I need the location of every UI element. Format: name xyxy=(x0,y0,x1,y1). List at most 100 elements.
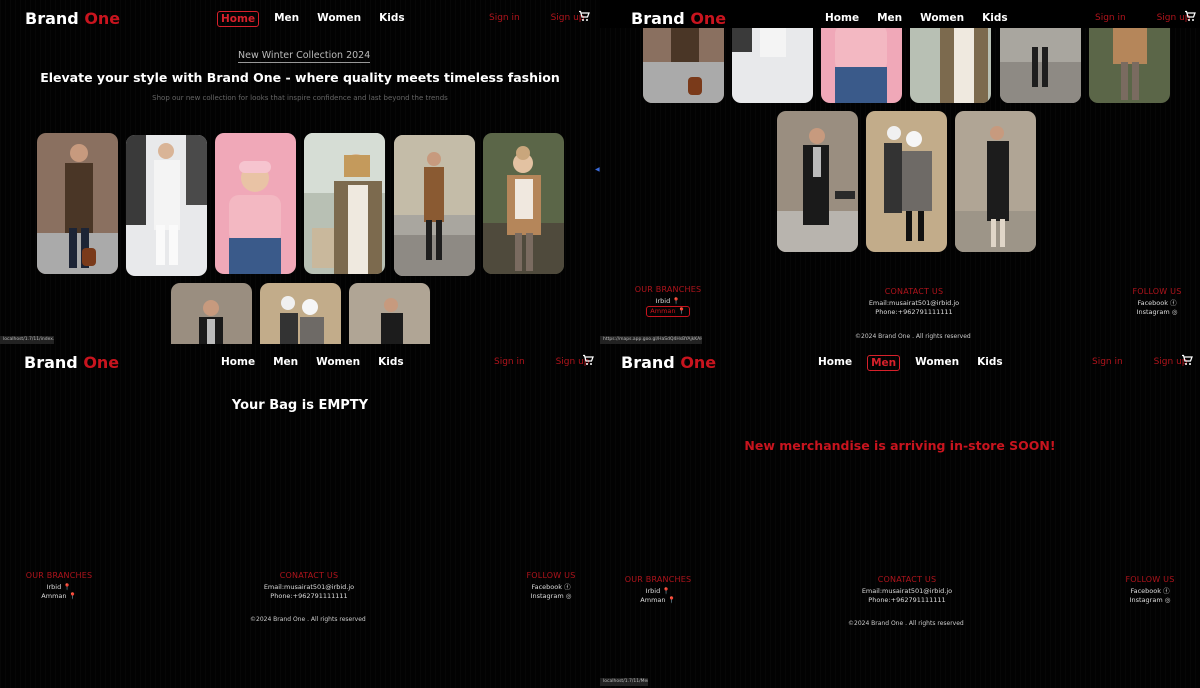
status-bar-url: localhost/1.7/11/Men.html xyxy=(600,678,648,686)
brand-logo[interactable]: Brand One xyxy=(25,9,120,28)
product-card[interactable] xyxy=(777,111,858,252)
cart-icon[interactable] xyxy=(582,354,594,366)
follow-title: FOLLOW US xyxy=(1125,575,1175,584)
copyright: ©2024 Brand One . All rights reserved xyxy=(250,616,366,623)
product-image xyxy=(126,135,207,276)
nav-kids[interactable]: Kids xyxy=(375,355,407,369)
product-image xyxy=(866,111,947,252)
contact-phone: Phone:+962791111111 xyxy=(875,308,953,316)
nav-women[interactable]: Women xyxy=(314,11,364,27)
facebook-link[interactable]: Facebook ⓕ xyxy=(518,583,584,592)
nav-men[interactable]: Men xyxy=(271,11,302,27)
nav-men[interactable]: Men xyxy=(874,11,905,25)
facebook-icon: ⓕ xyxy=(564,583,571,591)
brand-name: Brand xyxy=(24,353,78,372)
collection-badge[interactable]: New Winter Collection 2024 xyxy=(238,50,371,63)
auth-links: Sign in Sign up xyxy=(1092,357,1188,367)
branches-title: OUR BRANCHES xyxy=(25,571,93,580)
men-panel: Brand One Home Men Women Kids Sign in Si… xyxy=(600,344,1200,688)
cart-icon[interactable] xyxy=(1184,10,1196,22)
home-panel: Brand One Home Men Women Kids Sign in Si… xyxy=(0,0,600,344)
product-card[interactable] xyxy=(37,133,118,274)
nav-home[interactable]: Home xyxy=(217,11,260,27)
branch-amman[interactable]: Amman 📍 xyxy=(623,596,693,605)
nav-home[interactable]: Home xyxy=(822,11,862,25)
signin-link[interactable]: Sign in xyxy=(489,13,520,23)
status-bar-url: localhost/1.7/11/index.html xyxy=(0,336,54,344)
instagram-icon: ◎ xyxy=(565,592,572,600)
location-pin-icon: 📍 xyxy=(667,596,676,604)
nav-women[interactable]: Women xyxy=(313,355,363,369)
contact-title: CONATACT US xyxy=(877,575,937,584)
brand-accent: One xyxy=(680,353,717,372)
facebook-icon: ⓕ xyxy=(1163,587,1170,595)
contact-phone: Phone:+962791111111 xyxy=(868,596,946,604)
copyright: ©2024 Brand One . All rights reserved xyxy=(848,620,964,627)
nav-kids[interactable]: Kids xyxy=(974,355,1006,371)
facebook-icon: ⓕ xyxy=(1170,299,1177,307)
instagram-link[interactable]: Instagram ◎ xyxy=(1124,308,1190,317)
nav-kids[interactable]: Kids xyxy=(376,11,408,27)
empty-bag-message: Your Bag is EMPTY xyxy=(231,398,369,413)
product-card[interactable] xyxy=(126,135,207,276)
signin-link[interactable]: Sign in xyxy=(1095,13,1126,23)
product-card[interactable] xyxy=(955,111,1036,252)
branch-irbid[interactable]: Irbid 📍 xyxy=(623,587,693,596)
branches-title: OUR BRANCHES xyxy=(634,285,702,294)
nav-women[interactable]: Women xyxy=(912,355,962,371)
product-image xyxy=(171,283,252,344)
signin-link[interactable]: Sign in xyxy=(1092,357,1123,367)
product-card[interactable] xyxy=(483,133,564,274)
location-pin-icon: 📍 xyxy=(63,583,72,591)
nav-home[interactable]: Home xyxy=(815,355,855,371)
branch-amman[interactable]: Amman 📍 xyxy=(646,306,690,317)
nav-kids[interactable]: Kids xyxy=(979,11,1011,25)
brand-logo[interactable]: Brand One xyxy=(621,353,716,372)
scroll-indicator-icon[interactable]: ◀ xyxy=(595,166,600,173)
nav-home[interactable]: Home xyxy=(218,355,258,369)
cart-icon[interactable] xyxy=(578,10,590,22)
branch-amman[interactable]: Amman 📍 xyxy=(24,592,94,601)
instagram-link[interactable]: Instagram ◎ xyxy=(518,592,584,601)
nav-women[interactable]: Women xyxy=(917,11,967,25)
product-card[interactable] xyxy=(171,283,252,344)
nav-men[interactable]: Men xyxy=(867,355,901,371)
nav-men[interactable]: Men xyxy=(270,355,301,369)
branches-section: OUR BRANCHES Irbid 📍 Amman 📍 xyxy=(633,285,703,317)
product-card[interactable] xyxy=(349,283,430,344)
product-image xyxy=(955,111,1036,252)
instagram-link[interactable]: Instagram ◎ xyxy=(1117,596,1183,605)
contact-email[interactable]: Email:musairat501@irbid.jo xyxy=(864,299,964,308)
product-card[interactable] xyxy=(260,283,341,344)
signin-link[interactable]: Sign in xyxy=(494,357,525,367)
contact-title: CONATACT US xyxy=(884,287,944,296)
brand-logo[interactable]: Brand One xyxy=(24,353,119,372)
brand-logo[interactable]: Brand One xyxy=(631,9,726,28)
product-card[interactable] xyxy=(304,133,385,274)
contact-email[interactable]: Email:musairat501@irbid.jo xyxy=(259,583,359,592)
branch-irbid[interactable]: Irbid 📍 xyxy=(633,297,703,306)
follow-section: FOLLOW US Facebook ⓕ Instagram ◎ xyxy=(1117,575,1183,605)
auth-links: Sign in Sign up xyxy=(494,357,590,367)
contact-section: CONATACT US Email:musairat501@irbid.jo P… xyxy=(857,575,957,605)
follow-title: FOLLOW US xyxy=(526,571,576,580)
product-card[interactable] xyxy=(394,135,475,276)
cart-icon[interactable] xyxy=(1181,354,1193,366)
contact-email[interactable]: Email:musairat501@irbid.jo xyxy=(857,587,957,596)
brand-name: Brand xyxy=(25,9,79,28)
location-pin-icon: 📍 xyxy=(662,587,671,595)
product-card[interactable] xyxy=(866,111,947,252)
instagram-icon: ◎ xyxy=(1164,596,1171,604)
facebook-link[interactable]: Facebook ⓕ xyxy=(1117,587,1183,596)
product-image xyxy=(483,133,564,274)
instagram-icon: ◎ xyxy=(1171,308,1178,316)
product-image xyxy=(260,283,341,344)
branch-irbid[interactable]: Irbid 📍 xyxy=(24,583,94,592)
auth-links: Sign in Sign up xyxy=(489,13,585,23)
brand-name: Brand xyxy=(631,9,685,28)
product-card[interactable] xyxy=(215,133,296,274)
product-image xyxy=(394,135,475,276)
hero-title: Elevate your style with Brand One - wher… xyxy=(40,70,560,85)
facebook-link[interactable]: Facebook ⓕ xyxy=(1124,299,1190,308)
follow-section: FOLLOW US Facebook ⓕ Instagram ◎ xyxy=(518,571,584,601)
